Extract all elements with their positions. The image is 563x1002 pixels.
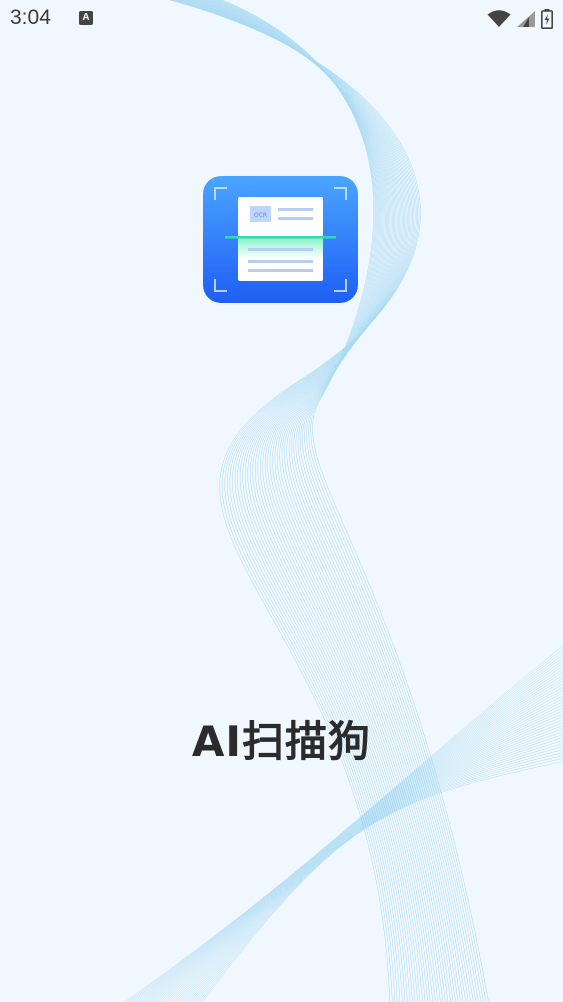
status-time: 3:04 (10, 6, 51, 29)
ocr-badge-text: OCR (254, 212, 267, 219)
app-logo-icon: OCR (203, 176, 358, 303)
status-bar: 3:04 A (0, 0, 563, 38)
status-icons (487, 8, 553, 30)
notification-icon: A (79, 11, 93, 25)
background-wave-pattern (123, 0, 563, 1002)
app-title: AI扫描狗 (191, 717, 372, 766)
battery-charging-icon (541, 9, 553, 29)
cellular-signal-icon (517, 11, 535, 27)
wifi-icon (487, 10, 511, 27)
